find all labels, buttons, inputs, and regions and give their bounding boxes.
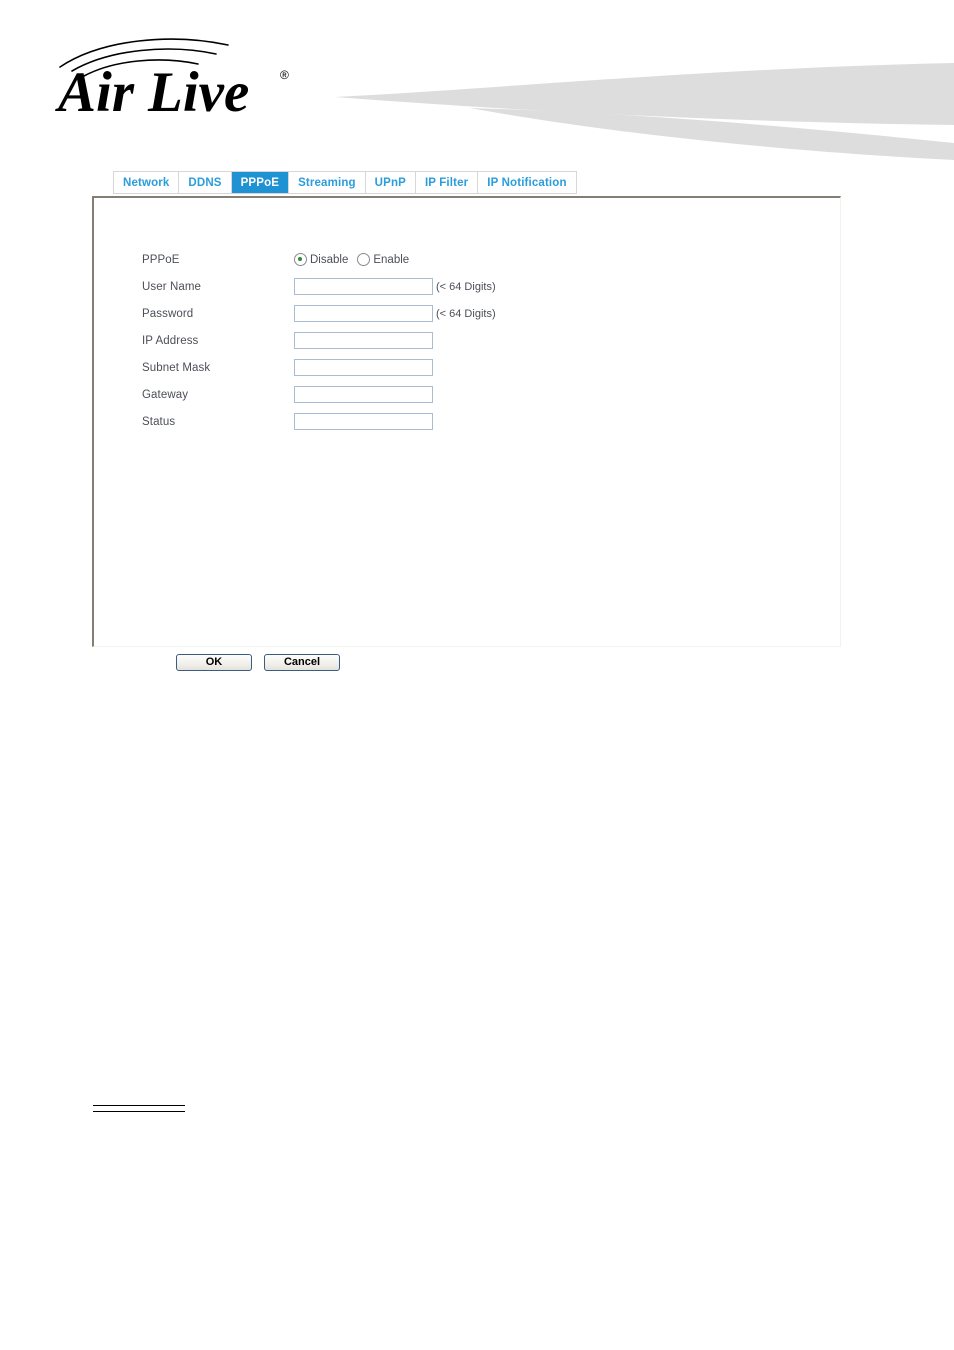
radio-label: Disable (310, 253, 349, 266)
form-row-subnet-mask: Subnet Mask (142, 354, 782, 381)
pppoe-radio-enable[interactable]: Enable (357, 253, 409, 266)
tab-label: PPPoE (240, 176, 280, 189)
tab-ip-notification[interactable]: IP Notification (478, 172, 576, 193)
ok-button[interactable]: OK (176, 654, 252, 671)
password-input[interactable] (294, 305, 433, 322)
pppoe-radio-group: Disable Enable (294, 253, 418, 266)
user-name-label: User Name (142, 280, 202, 293)
status-input[interactable] (294, 413, 433, 430)
tab-label: IP Notification (487, 176, 567, 189)
footnote-separator (93, 1105, 185, 1112)
tab-network[interactable]: Network (114, 172, 180, 193)
form-row-pppoe: PPPoE Disable Enable (142, 246, 782, 273)
page-header: Air Live ® (0, 0, 954, 160)
svg-text:Live: Live (147, 61, 249, 119)
tab-ip-filter[interactable]: IP Filter (415, 172, 479, 193)
ip-address-label: IP Address (142, 334, 199, 347)
tab-label: Network (123, 176, 170, 189)
subnet-mask-input[interactable] (294, 359, 433, 376)
gateway-input[interactable] (294, 386, 433, 403)
tab-streaming[interactable]: Streaming (289, 172, 366, 193)
password-hint: (< 64 Digits) (436, 307, 496, 320)
tab-label: Streaming (298, 176, 356, 189)
pppoe-form: PPPoE Disable Enable User Name (< 64 Dig… (142, 246, 782, 435)
form-button-bar: OK Cancel (176, 654, 352, 671)
subnet-mask-label: Subnet Mask (142, 361, 211, 374)
tab-upnp[interactable]: UPnP (365, 172, 416, 193)
ip-address-input[interactable] (294, 332, 433, 349)
svg-text:®: ® (280, 68, 289, 82)
cancel-button[interactable]: Cancel (264, 654, 340, 671)
user-name-input[interactable] (294, 278, 433, 295)
radio-unselected-icon (357, 253, 371, 266)
pppoe-radio-disable[interactable]: Disable (294, 253, 348, 266)
airlive-logo: Air Live ® (55, 38, 289, 119)
svg-text:Air: Air (55, 61, 135, 119)
password-label: Password (142, 307, 194, 320)
radio-label: Enable (373, 253, 410, 266)
tab-label: UPnP (374, 176, 406, 189)
tab-ddns[interactable]: DDNS (179, 172, 232, 193)
form-row-status: Status (142, 408, 782, 435)
pppoe-settings-panel: PPPoE Disable Enable User Name (< 64 Dig… (92, 196, 841, 647)
header-swoosh-graphic (335, 63, 954, 160)
form-row-gateway: Gateway (142, 381, 782, 408)
pppoe-label: PPPoE (142, 253, 180, 266)
status-label: Status (142, 415, 176, 428)
form-row-ip-address: IP Address (142, 327, 782, 354)
user-name-hint: (< 64 Digits) (436, 280, 496, 293)
radio-selected-icon (294, 253, 307, 266)
gateway-label: Gateway (142, 388, 189, 401)
tab-pppoe[interactable]: PPPoE (231, 172, 290, 193)
settings-tab-bar: Network DDNS PPPoE Streaming UPnP IP Fil… (113, 171, 577, 194)
tab-label: DDNS (188, 176, 222, 189)
tab-label: IP Filter (424, 176, 469, 189)
form-row-password: Password (< 64 Digits) (142, 300, 782, 327)
form-row-user-name: User Name (< 64 Digits) (142, 273, 782, 300)
